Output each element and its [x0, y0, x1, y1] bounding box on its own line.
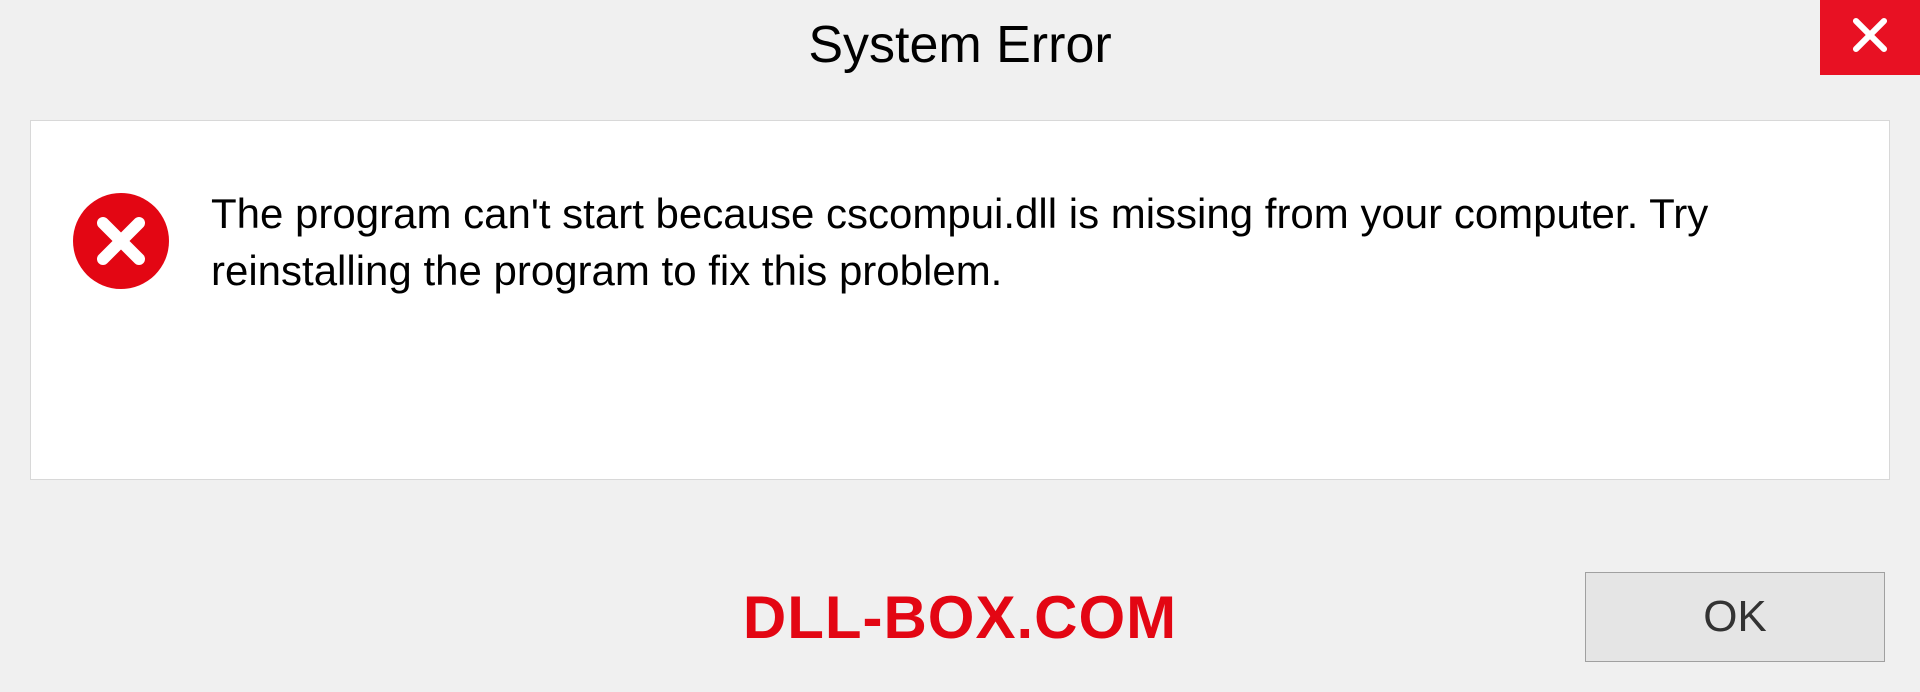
content-panel: The program can't start because cscompui… [30, 120, 1890, 480]
error-message: The program can't start because cscompui… [211, 181, 1849, 299]
close-button[interactable] [1820, 0, 1920, 75]
footer: DLL-BOX.COM OK [0, 572, 1920, 662]
ok-button[interactable]: OK [1585, 572, 1885, 662]
dialog-title: System Error [808, 15, 1111, 75]
error-icon [71, 191, 171, 291]
close-icon [1849, 14, 1891, 61]
watermark-text: DLL-BOX.COM [743, 583, 1177, 652]
titlebar: System Error [0, 0, 1920, 100]
ok-button-label: OK [1703, 592, 1767, 642]
